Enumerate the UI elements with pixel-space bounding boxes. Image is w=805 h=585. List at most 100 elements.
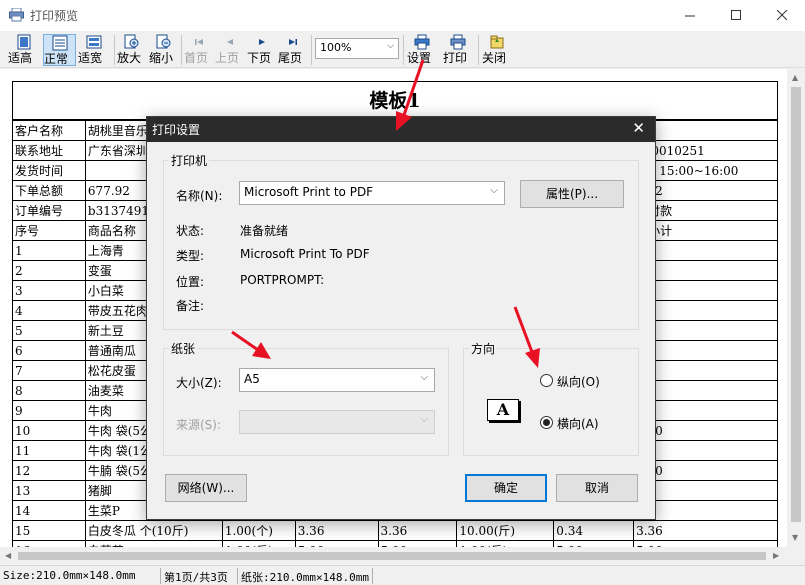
table-cell: 1 <box>12 240 86 261</box>
scroll-up-icon[interactable]: ▲ <box>792 73 798 82</box>
dialog-close-icon[interactable]: ✕ <box>632 119 645 137</box>
table-cell: 10.00(斤) <box>456 520 555 541</box>
table-cell: 13 <box>12 480 86 501</box>
fit-width-button[interactable]: 适宽 <box>78 34 110 66</box>
normal-size-button[interactable]: 正常 <box>43 34 76 66</box>
window-titlebar: 打印预览 <box>0 0 805 31</box>
zoom-select[interactable]: 100% ⌵ <box>315 38 399 59</box>
minimize-button[interactable] <box>667 0 713 31</box>
status-page: 第1页/共3页 <box>164 571 228 584</box>
toolbar-divider <box>478 35 479 65</box>
table-cell: 3.36 <box>633 520 778 541</box>
printer-name-select[interactable]: Microsoft Print to PDF ⌵ <box>239 181 505 205</box>
network-button[interactable]: 网络(W)... <box>165 474 247 502</box>
next-page-button[interactable]: 下页 <box>247 34 276 66</box>
zoom-value: 100% <box>320 41 352 54</box>
table-cell: 11 <box>12 440 86 461</box>
table-cell: 5 <box>12 320 86 341</box>
fit-height-icon <box>17 34 31 50</box>
maximize-button[interactable] <box>713 0 759 31</box>
table-cell: 3 <box>12 280 86 301</box>
status-divider <box>372 568 373 584</box>
print-settings-dialog: 打印设置 ✕ 打印机 名称(N): Microsoft Print to PDF… <box>146 116 656 520</box>
zoom-out-button[interactable]: 缩小 <box>149 34 178 66</box>
table-cell: 2 <box>12 260 86 281</box>
settings-button[interactable]: 设置 <box>407 34 437 66</box>
window-close-button[interactable] <box>759 0 805 31</box>
maximize-icon <box>730 10 741 20</box>
table-cell: 下单总额 <box>12 180 86 201</box>
properties-button[interactable]: 属性(P)... <box>520 180 624 208</box>
scroll-down-icon[interactable]: ▼ <box>792 533 798 542</box>
dialog-title: 打印设置 <box>152 123 201 137</box>
paper-size-select[interactable]: A5 ⌵ <box>239 368 435 392</box>
landscape-label[interactable]: 横向(A) <box>557 415 599 432</box>
printer-comment-label: 备注: <box>176 299 205 313</box>
paper-group-label: 纸张 <box>169 340 198 357</box>
ok-button[interactable]: 确定 <box>465 474 547 502</box>
first-page-button[interactable]: 首页 <box>184 34 213 66</box>
zoom-in-button[interactable]: 放大 <box>117 34 146 66</box>
chevron-down-icon: ⌵ <box>420 414 428 425</box>
fit-height-button[interactable]: 适高 <box>8 34 40 66</box>
next-page-icon <box>258 39 265 45</box>
cancel-button[interactable]: 取消 <box>556 474 638 502</box>
printer-name-value: Microsoft Print to PDF <box>244 185 374 199</box>
table-cell: 10 <box>12 420 86 441</box>
table-cell: 15 <box>12 520 86 541</box>
status-divider <box>160 568 161 584</box>
table-cell: 订单编号 <box>12 200 86 221</box>
chevron-down-icon: ⌵ <box>490 185 498 196</box>
vertical-scrollbar[interactable]: ▲ ▼ <box>787 69 805 547</box>
chevron-down-icon: ⌵ <box>420 372 428 383</box>
close-folder-icon <box>490 35 504 49</box>
print-button[interactable]: 打印 <box>443 34 473 66</box>
status-bar: Size:210.0mm×148.0mm 第1页/共3页 纸张:210.0mm×… <box>0 565 805 585</box>
scroll-right-icon[interactable]: ▶ <box>773 551 779 560</box>
table-cell: 联系地址 <box>12 140 86 161</box>
table-cell: 白皮冬瓜 个(10斤) <box>84 520 223 541</box>
portrait-radio[interactable] <box>540 374 553 387</box>
table-cell: 3.36 <box>377 520 458 541</box>
table-cell: 9 <box>12 400 86 421</box>
toolbar-divider <box>181 35 182 65</box>
printer-type-label: 类型: <box>176 249 205 263</box>
document-title: 模板1 <box>12 81 778 120</box>
printer-app-icon <box>9 8 24 22</box>
window-title: 打印预览 <box>30 9 79 23</box>
normal-size-icon <box>52 35 67 51</box>
table-cell: 1.00(个) <box>221 520 296 541</box>
printer-group-label: 打印机 <box>169 152 210 169</box>
status-size: Size:210.0mm×148.0mm <box>3 569 136 582</box>
printer-settings-icon <box>414 34 430 50</box>
toolbar-divider <box>114 35 115 65</box>
last-page-button[interactable]: 尾页 <box>278 34 307 66</box>
printer-status-value: 准备就绪 <box>240 224 289 238</box>
toolbar-divider <box>311 35 312 65</box>
table-cell: 客户名称 <box>12 120 86 141</box>
prev-page-button[interactable]: 上页 <box>215 34 244 66</box>
horizontal-scroll-thumb[interactable] <box>18 552 766 560</box>
status-divider <box>237 568 238 584</box>
close-preview-button[interactable]: 关闭 <box>482 34 512 66</box>
table-cell: 0.34 <box>553 520 635 541</box>
paper-source-select[interactable]: ⌵ <box>239 410 435 434</box>
scroll-left-icon[interactable]: ◀ <box>5 551 11 560</box>
landscape-radio[interactable] <box>540 416 553 429</box>
table-cell: 6 <box>12 340 86 361</box>
paper-source-label: 来源(S): <box>176 418 222 432</box>
minimize-icon <box>684 15 695 17</box>
vertical-scroll-thumb[interactable] <box>791 87 801 522</box>
table-cell: 14 <box>12 500 86 521</box>
horizontal-scrollbar[interactable]: ◀ ▶ <box>0 547 787 565</box>
paper-size-label: 大小(Z): <box>176 376 222 390</box>
landscape-preview-icon: A <box>487 399 519 421</box>
chevron-down-icon: ⌵ <box>387 41 394 51</box>
table-cell: 3.36 <box>294 520 379 541</box>
paper-size-value: A5 <box>244 372 260 386</box>
orientation-group-label: 方向 <box>469 340 498 357</box>
table-cell: 12 <box>12 460 86 481</box>
table-row: 15 白皮冬瓜 个(10斤) 1.00(个) 3.36 3.36 10.00(斤) 0.34… <box>12 520 778 541</box>
portrait-label[interactable]: 纵向(O) <box>557 373 600 390</box>
fit-width-icon <box>86 35 102 49</box>
